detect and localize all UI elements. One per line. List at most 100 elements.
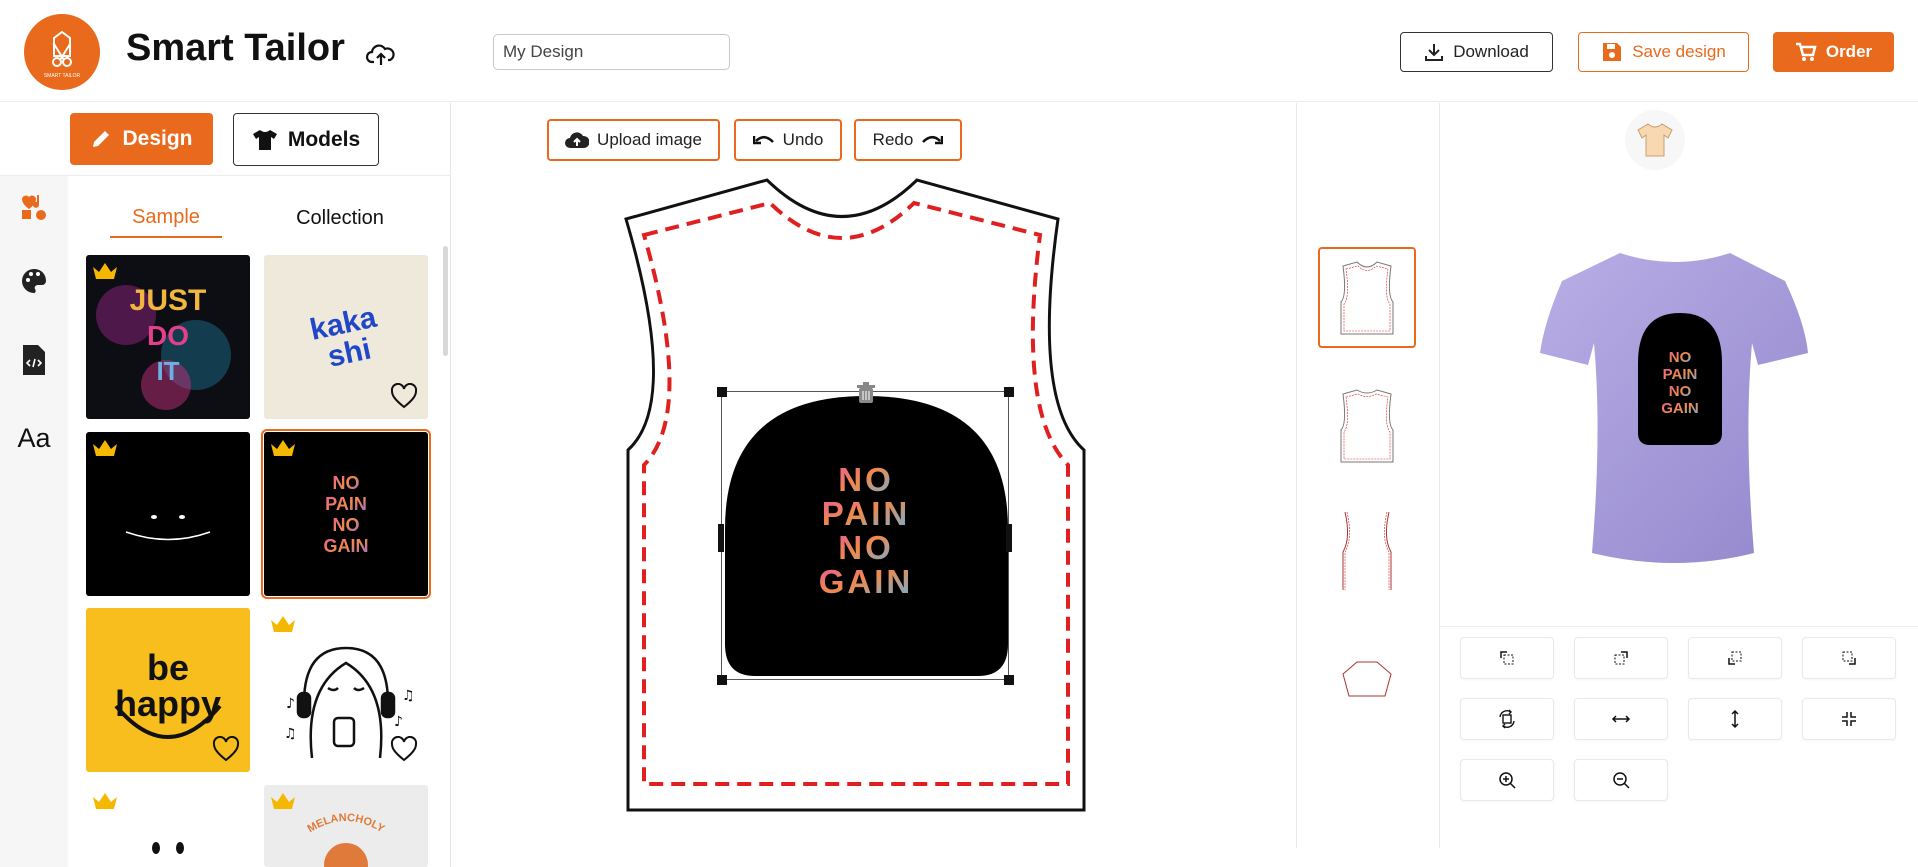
stickers-icon[interactable]	[18, 190, 50, 222]
left-panel: Design Models Aa Sample Collection JUST …	[0, 103, 451, 867]
tab-sample[interactable]: Sample	[110, 198, 222, 238]
back-part-icon	[1340, 388, 1394, 462]
shirt-3d-preview: NO PAIN NO GAIN	[1540, 253, 1808, 563]
resize-handle-top-left[interactable]	[717, 387, 727, 397]
align-bottom-left-icon	[1728, 651, 1742, 665]
models-mode-label: Models	[287, 127, 361, 151]
models-mode-button[interactable]: Models	[233, 113, 379, 166]
sample-tile-kakashi[interactable]: kaka shi	[264, 255, 428, 419]
align-top-left-button[interactable]	[1460, 637, 1554, 679]
collar-part-icon	[1342, 661, 1392, 696]
rotate-button[interactable]	[1460, 698, 1554, 740]
svg-text:DO: DO	[147, 320, 189, 351]
heart-icon[interactable]	[212, 736, 240, 762]
design-mode-label: Design	[122, 127, 193, 150]
undo-icon	[752, 136, 774, 145]
svg-text:NO: NO	[1669, 349, 1692, 366]
crown-icon	[271, 616, 295, 632]
svg-text:be: be	[147, 647, 189, 688]
save-icon	[1603, 43, 1622, 61]
text-aa-icon[interactable]: Aa	[17, 422, 50, 454]
align-top-right-icon	[1614, 651, 1628, 665]
svg-text:GAIN: GAIN	[1661, 400, 1699, 417]
resize-handle-bottom-right[interactable]	[1004, 675, 1014, 685]
design-mode-button[interactable]: Design	[70, 113, 213, 165]
sample-tile-just-do-it[interactable]: JUST DO IT	[86, 255, 250, 419]
smart-tailor-app: SMART TAILOR Smart Tailor Download Save …	[0, 0, 1918, 867]
heart-icon[interactable]	[390, 383, 418, 409]
tab-collection[interactable]: Collection	[280, 198, 400, 238]
svg-text:♫: ♫	[284, 726, 297, 742]
sample-tile-melancholy[interactable]: MELANCHOLY	[264, 785, 428, 867]
zoom-out-button[interactable]	[1574, 759, 1668, 801]
crown-icon	[271, 793, 295, 809]
upload-image-label: Upload image	[597, 130, 702, 149]
zoom-in-button[interactable]	[1460, 759, 1554, 801]
upload-image-button[interactable]: Upload image	[547, 119, 720, 161]
sample-tile-dots[interactable]	[86, 785, 250, 867]
redo-button[interactable]: Redo	[854, 119, 962, 161]
align-bottom-left-button[interactable]	[1688, 637, 1782, 679]
save-design-label: Save design	[1632, 42, 1726, 61]
trash-icon[interactable]	[856, 382, 876, 404]
shrink-button[interactable]	[1802, 698, 1896, 740]
svg-text:♫: ♫	[402, 688, 415, 704]
front-part-icon	[1340, 260, 1394, 334]
stretch-vertical-icon	[1731, 709, 1739, 729]
zoom-in-icon	[1499, 772, 1516, 789]
align-bottom-right-icon	[1842, 651, 1856, 665]
resize-handle-top-right[interactable]	[1004, 387, 1014, 397]
align-bottom-right-button[interactable]	[1802, 637, 1896, 679]
design-element[interactable]: NO PAIN NO GAIN	[717, 382, 1014, 685]
svg-text:happy: happy	[115, 683, 221, 724]
design-name-input[interactable]	[493, 34, 730, 70]
sample-tile-be-happy[interactable]: be happy	[86, 608, 250, 772]
svg-text:SMART TAILOR: SMART TAILOR	[44, 73, 81, 79]
svg-text:MELANCHOLY: MELANCHOLY	[305, 812, 387, 836]
palette-icon[interactable]	[18, 265, 50, 297]
header: SMART TAILOR Smart Tailor Download Save …	[0, 0, 1918, 102]
resize-handle-right[interactable]	[1006, 524, 1012, 552]
zoom-out-icon	[1613, 772, 1630, 789]
pencil-icon	[93, 131, 110, 147]
resize-handle-bottom-left[interactable]	[717, 675, 727, 685]
part-thumb-collar[interactable]	[1318, 628, 1416, 729]
svg-text:NO: NO	[333, 515, 360, 535]
svg-text:GAIN: GAIN	[324, 536, 369, 556]
sample-tile-no-pain-no-gain[interactable]: NO PAIN NO GAIN	[261, 429, 431, 599]
divider-canvas-thumbs	[1296, 103, 1297, 848]
order-label: Order	[1825, 42, 1873, 61]
logo[interactable]: SMART TAILOR	[24, 14, 100, 90]
sample-scrollbar[interactable]	[443, 246, 448, 356]
svg-text:JUST: JUST	[130, 284, 207, 317]
tshirt-model-icon	[1637, 123, 1673, 157]
stretch-horizontal-button[interactable]	[1574, 698, 1668, 740]
download-button[interactable]: Download	[1400, 32, 1553, 72]
svg-text:PAIN: PAIN	[325, 494, 367, 514]
save-design-button[interactable]: Save design	[1578, 32, 1749, 72]
sleeves-part-icon	[1342, 511, 1392, 590]
align-top-right-button[interactable]	[1574, 637, 1668, 679]
preview-divider	[1440, 626, 1918, 627]
part-thumb-front[interactable]	[1318, 247, 1416, 348]
part-thumb-sleeves[interactable]	[1318, 500, 1416, 601]
svg-text:IT: IT	[156, 356, 179, 386]
cart-icon	[1795, 42, 1817, 61]
shrink-icon	[1842, 712, 1856, 726]
design-canvas-area: Upload image Undo Redo NO PAIN NO GAIN	[452, 103, 1297, 848]
model-toggle-button[interactable]	[1625, 110, 1685, 170]
sample-tile-music-doodle[interactable]: ♪ ♫ ♫ ♪	[264, 608, 428, 772]
heart-icon[interactable]	[390, 736, 418, 762]
align-top-left-icon	[1500, 651, 1514, 665]
code-file-icon[interactable]	[18, 344, 50, 376]
svg-text:NO: NO	[1669, 383, 1692, 400]
svg-text:NO: NO	[333, 473, 360, 493]
stretch-vertical-button[interactable]	[1688, 698, 1782, 740]
cloud-upload-icon[interactable]	[366, 42, 396, 68]
sample-tile-smile[interactable]	[86, 432, 250, 596]
part-thumb-back[interactable]	[1318, 375, 1416, 476]
undo-button[interactable]: Undo	[734, 119, 842, 161]
resize-handle-left[interactable]	[718, 524, 724, 552]
svg-text:♪: ♪	[286, 696, 295, 712]
order-button[interactable]: Order	[1773, 32, 1894, 72]
